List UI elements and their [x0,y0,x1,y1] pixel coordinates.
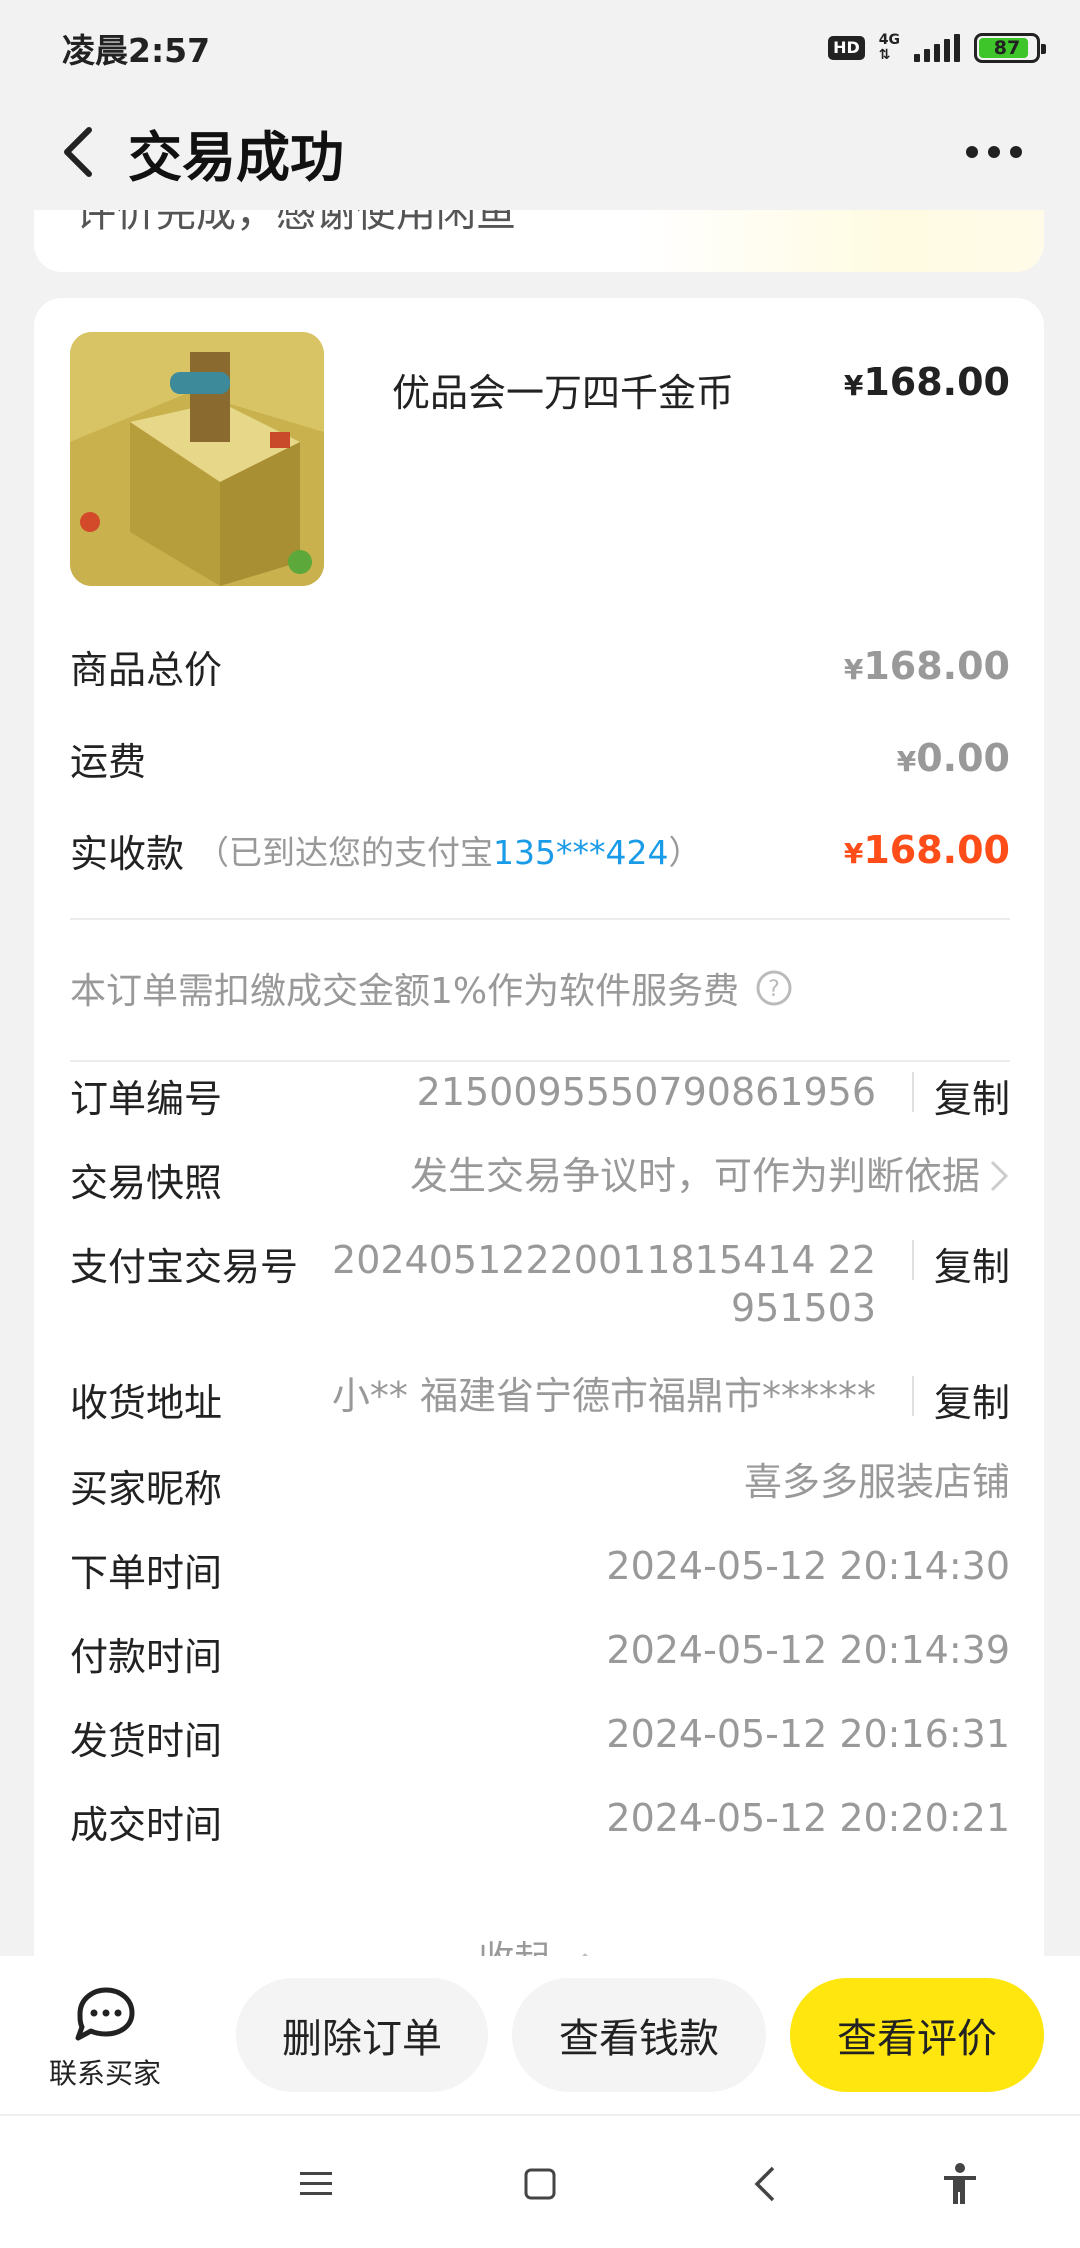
service-fee-text: 本订单需扣缴成交金额1%作为软件服务费 [70,971,740,1012]
pay-time-row: 付款时间 2024-05-12 20:14:39 [70,1626,1010,1679]
received-value: ¥168.00 [843,828,1010,872]
received-label: 实收款 [70,831,185,876]
address-row: 收货地址 小** 福建省宁德市福鼎市****** 复制 [70,1372,1010,1425]
back-nav-button[interactable] [736,2156,796,2212]
buyer-row: 买家昵称 喜多多服装店铺 [70,1458,1010,1511]
menu-icon [300,2172,332,2195]
status-bar: 凌晨2:57 HD 4G ⇅ 87 [0,0,1080,96]
page-header: 交易成功 [0,96,1080,208]
chat-bubble-icon [75,1987,135,2041]
contact-buyer-button[interactable]: 联系买家 [30,1984,180,2092]
divider [70,1060,1010,1062]
order-card: 优品会一万四千金币 ¥168.00 商品总价 ¥168.00 运费 ¥0.00 … [34,298,1044,2018]
battery-percent: 87 [993,37,1021,59]
address-value: 小** 福建省宁德市福鼎市****** [331,1374,876,1418]
ship-time-row: 发货时间 2024-05-12 20:16:31 [70,1710,1010,1763]
order-time-label: 下单时间 [70,1551,223,1595]
home-nav-button[interactable] [510,2156,570,2212]
shipping-label: 运费 [70,739,147,784]
total-price-value: ¥168.00 [843,644,1010,688]
contact-buyer-label: 联系买家 [48,2057,161,2090]
shipping-value: ¥0.00 [896,736,1010,780]
signal-strength-icon [914,34,960,62]
data-arrows-icon: ⇅ [878,47,891,63]
game-scene-image [70,332,324,586]
menu-nav-button[interactable] [286,2156,346,2212]
snapshot-row[interactable]: 交易快照 发生交易争议时，可作为判断依据 [70,1152,1010,1205]
view-money-button[interactable]: 查看钱款 [512,1978,766,2092]
buyer-value: 喜多多服装店铺 [743,1460,1010,1504]
back-triangle-icon [754,2166,775,2202]
question-mark-icon[interactable]: ? [755,969,793,1007]
network-label: 4G [878,32,900,48]
chevron-left-icon [64,127,92,177]
product-item[interactable]: 优品会一万四千金币 ¥168.00 [70,332,1010,588]
snapshot-value: 发生交易争议时，可作为判断依据 [409,1154,980,1198]
buyer-label: 买家昵称 [70,1467,223,1511]
ship-time-value: 2024-05-12 20:16:31 [606,1712,1010,1756]
alipay-trade-label: 支付宝交易号 [70,1245,299,1289]
order-time-value: 2024-05-12 20:14:30 [606,1544,1010,1588]
accessibility-nav-button[interactable] [930,2156,990,2212]
deal-time-value: 2024-05-12 20:20:21 [606,1796,1010,1840]
copy-address-button[interactable]: 复制 [934,1372,1010,1427]
total-price-label: 商品总价 [70,647,223,692]
accessibility-icon [944,2163,976,2204]
square-home-icon [524,2168,556,2200]
alipay-trade-value: 20240512220011815414 22 951503 [332,1238,876,1330]
service-fee-notice: 本订单需扣缴成交金额1%作为软件服务费 ? [70,958,1010,1018]
copy-order-number-button[interactable]: 复制 [934,1068,1010,1123]
product-price: ¥168.00 [843,360,1010,404]
bottom-action-bar: 联系买家 删除订单 查看钱款 查看评价 [0,1956,1080,2116]
battery-icon: 87 [974,33,1046,63]
system-nav-bar [0,2116,1080,2248]
total-price-row: 商品总价 ¥168.00 [70,636,1010,696]
delete-order-button[interactable]: 删除订单 [236,1978,488,2092]
view-review-button[interactable]: 查看评价 [790,1978,1044,2092]
snapshot-label: 交易快照 [70,1161,223,1205]
product-thumbnail[interactable] [70,332,324,586]
received-row: 实收款 （已到达您的支付宝135***424） ¥168.00 [70,820,1010,880]
hd-icon: HD [828,36,865,60]
svg-text:?: ? [768,977,780,1002]
address-label: 收货地址 [70,1381,223,1425]
order-number-label: 订单编号 [70,1077,223,1121]
product-name[interactable]: 优品会一万四千金币 [392,362,734,417]
more-dots-icon [966,146,978,158]
alipay-trade-row: 支付宝交易号 20240512220011815414 22 951503 复制 [70,1236,1010,1336]
page-title: 交易成功 [128,125,344,189]
network-type-icon: 4G ⇅ [879,33,900,63]
received-note: （已到达您的支付宝135***424） [196,833,702,872]
divider [70,918,1010,920]
pay-time-value: 2024-05-12 20:14:39 [606,1628,1010,1672]
order-number-value: 2150095550790861956 [416,1070,876,1114]
copy-alipay-trade-button[interactable]: 复制 [934,1236,1010,1291]
back-button[interactable] [44,117,114,187]
more-button[interactable] [966,146,1022,158]
deal-time-row: 成交时间 2024-05-12 20:20:21 [70,1794,1010,1847]
pay-time-label: 付款时间 [70,1635,223,1679]
deal-time-label: 成交时间 [70,1803,223,1847]
order-time-row: 下单时间 2024-05-12 20:14:30 [70,1542,1010,1595]
status-time: 凌晨2:57 [62,31,211,70]
shipping-row: 运费 ¥0.00 [70,728,1010,788]
alipay-account-link[interactable]: 135***424 [493,833,668,872]
ship-time-label: 发货时间 [70,1719,223,1763]
order-number-row: 订单编号 2150095550790861956 复制 [70,1068,1010,1121]
chevron-right-icon [990,1160,1009,1192]
status-icons: HD 4G ⇅ 87 [828,33,1046,63]
